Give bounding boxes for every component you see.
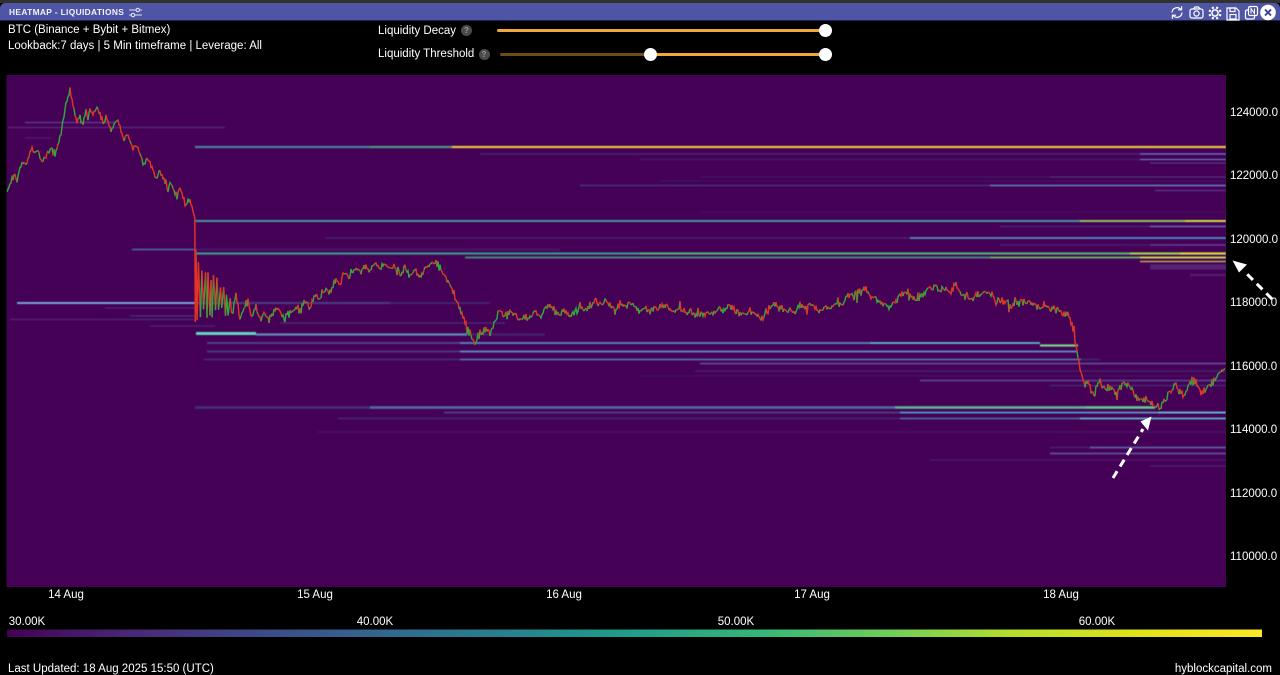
svg-text:14 Aug: 14 Aug [48,589,84,601]
svg-text:60.00K: 60.00K [1079,616,1116,628]
svg-text:18 Aug: 18 Aug [1043,589,1079,601]
svg-text:124000.0: 124000.0 [1230,107,1278,119]
svg-text:50.00K: 50.00K [718,616,755,628]
svg-text:122000.0: 122000.0 [1230,170,1278,182]
svg-text:120000.0: 120000.0 [1230,234,1278,246]
svg-text:17 Aug: 17 Aug [794,589,830,601]
svg-text:15 Aug: 15 Aug [297,589,333,601]
svg-text:110000.0: 110000.0 [1230,551,1277,563]
svg-text:16 Aug: 16 Aug [546,589,582,601]
svg-text:112000.0: 112000.0 [1230,488,1277,500]
svg-text:Last Updated: 18 Aug 2025 15:5: Last Updated: 18 Aug 2025 15:50 (UTC) [8,663,214,675]
svg-text:40.00K: 40.00K [357,616,394,628]
svg-text:116000.0: 116000.0 [1230,361,1277,373]
svg-text:30.00K: 30.00K [9,616,46,628]
svg-text:114000.0: 114000.0 [1230,424,1277,436]
svg-text:hyblockcapital.com: hyblockcapital.com [1175,663,1272,675]
